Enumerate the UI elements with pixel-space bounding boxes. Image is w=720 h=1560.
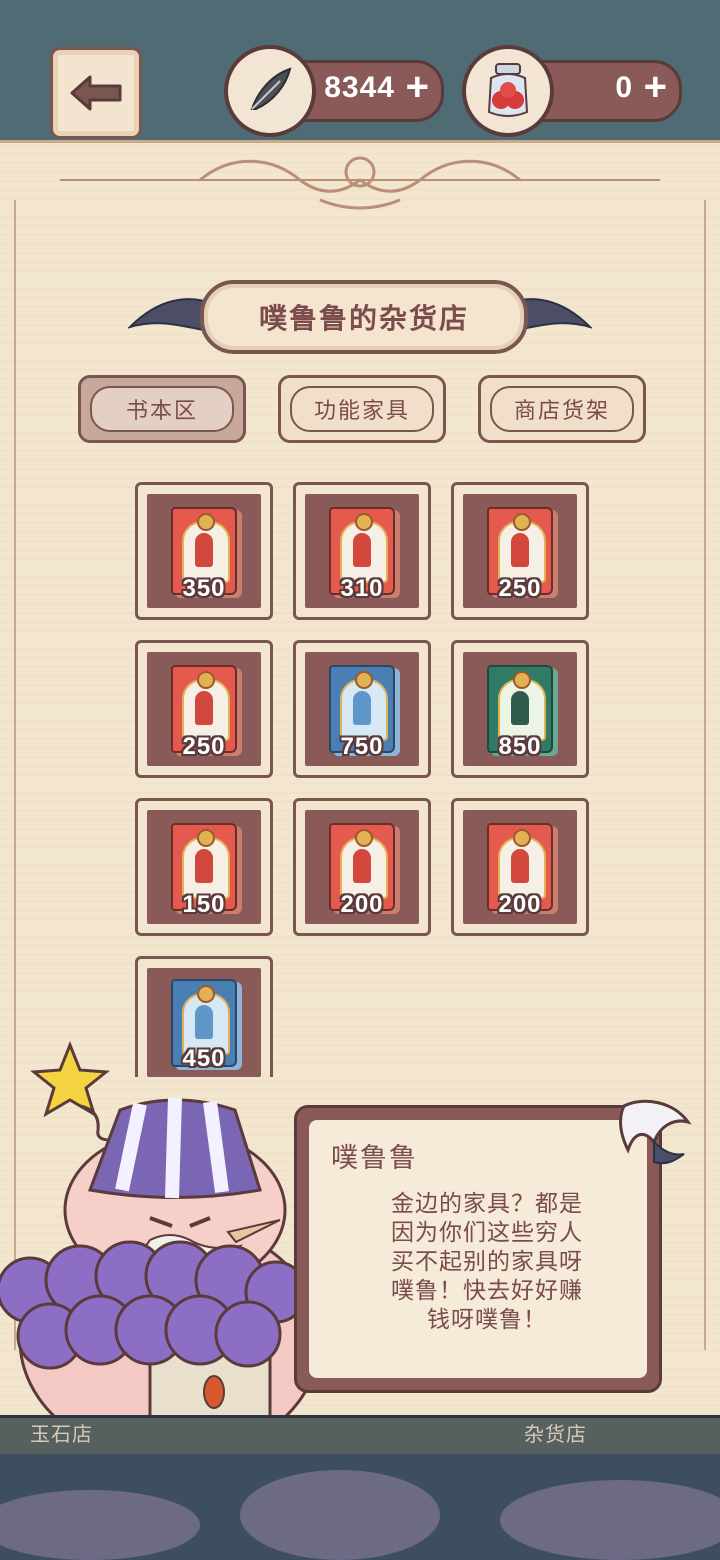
shop-item-4[interactable]: 250 [135,640,273,778]
item-price: 200 [340,891,384,918]
item-price: 250 [498,575,542,602]
item-price: 250 [182,733,226,760]
dialog-line: 买不起别的家具呀 [391,1249,583,1275]
berry-jar-icon [462,45,554,137]
dialog-box[interactable]: 噗鲁鲁 金边的家具？都是 因为你们这些穷人 买不起别的家具呀 噗鲁！快去好好赚 … [294,1105,662,1393]
dialog-text: 金边的家具？都是 因为你们这些穷人 买不起别的家具呀 噗鲁！快去好好赚 钱呀噗鲁… [357,1190,617,1335]
dialog-speaker: 噗鲁鲁 [331,1143,418,1174]
jar-count: 0 [615,71,633,104]
item-price: 350 [182,575,226,602]
feather-icon [224,45,316,137]
add-jars-button[interactable]: + [644,65,667,110]
star-icon [30,1040,110,1118]
add-feathers-button[interactable]: + [406,65,429,110]
tab-books[interactable]: 书本区 [78,375,246,443]
shop-item-9[interactable]: 200 [451,798,589,936]
tab-shop-shelves-label: 商店货架 [490,386,634,432]
shop-signs-strip [0,1415,720,1454]
jade-shop-sign[interactable]: 玉石店 [30,1418,93,1447]
arrow-left-icon [70,75,122,111]
feather-count: 8344 [324,71,395,104]
item-price: 850 [498,733,542,760]
tab-shop-shelves[interactable]: 商店货架 [478,375,646,443]
shop-item-1[interactable]: 350 [135,482,273,620]
shop-item-2[interactable]: 310 [293,482,431,620]
frame-border-right [704,200,706,1350]
shop-item-3[interactable]: 250 [451,482,589,620]
shop-item-8[interactable]: 200 [293,798,431,936]
wing-ornament-dialog [619,1099,692,1165]
tab-functional-furniture-label: 功能家具 [290,386,434,432]
dialog-line: 金边的家具？都是 [391,1191,583,1217]
ornament-divider [60,156,660,210]
rock-decoration [240,1470,440,1560]
tab-functional-furniture[interactable]: 功能家具 [278,375,446,443]
item-price: 150 [182,891,226,918]
shop-item-6[interactable]: 850 [451,640,589,778]
grocery-shop-sign[interactable]: 杂货店 [524,1418,587,1447]
dialog-line: 钱呀噗鲁！ [427,1307,547,1333]
shopkeeper-character [0,1040,322,1420]
item-price: 310 [340,575,384,602]
shop-item-7[interactable]: 150 [135,798,273,936]
back-button[interactable] [50,47,142,139]
dialog-line: 噗鲁！快去好好赚 [391,1278,583,1304]
shop-item-5[interactable]: 750 [293,640,431,778]
dialog-line: 因为你们这些穷人 [391,1220,583,1246]
shop-title: 噗鲁鲁的杂货店 [200,280,528,354]
tab-books-label: 书本区 [90,386,234,432]
item-price: 200 [498,891,542,918]
item-price: 750 [340,733,384,760]
